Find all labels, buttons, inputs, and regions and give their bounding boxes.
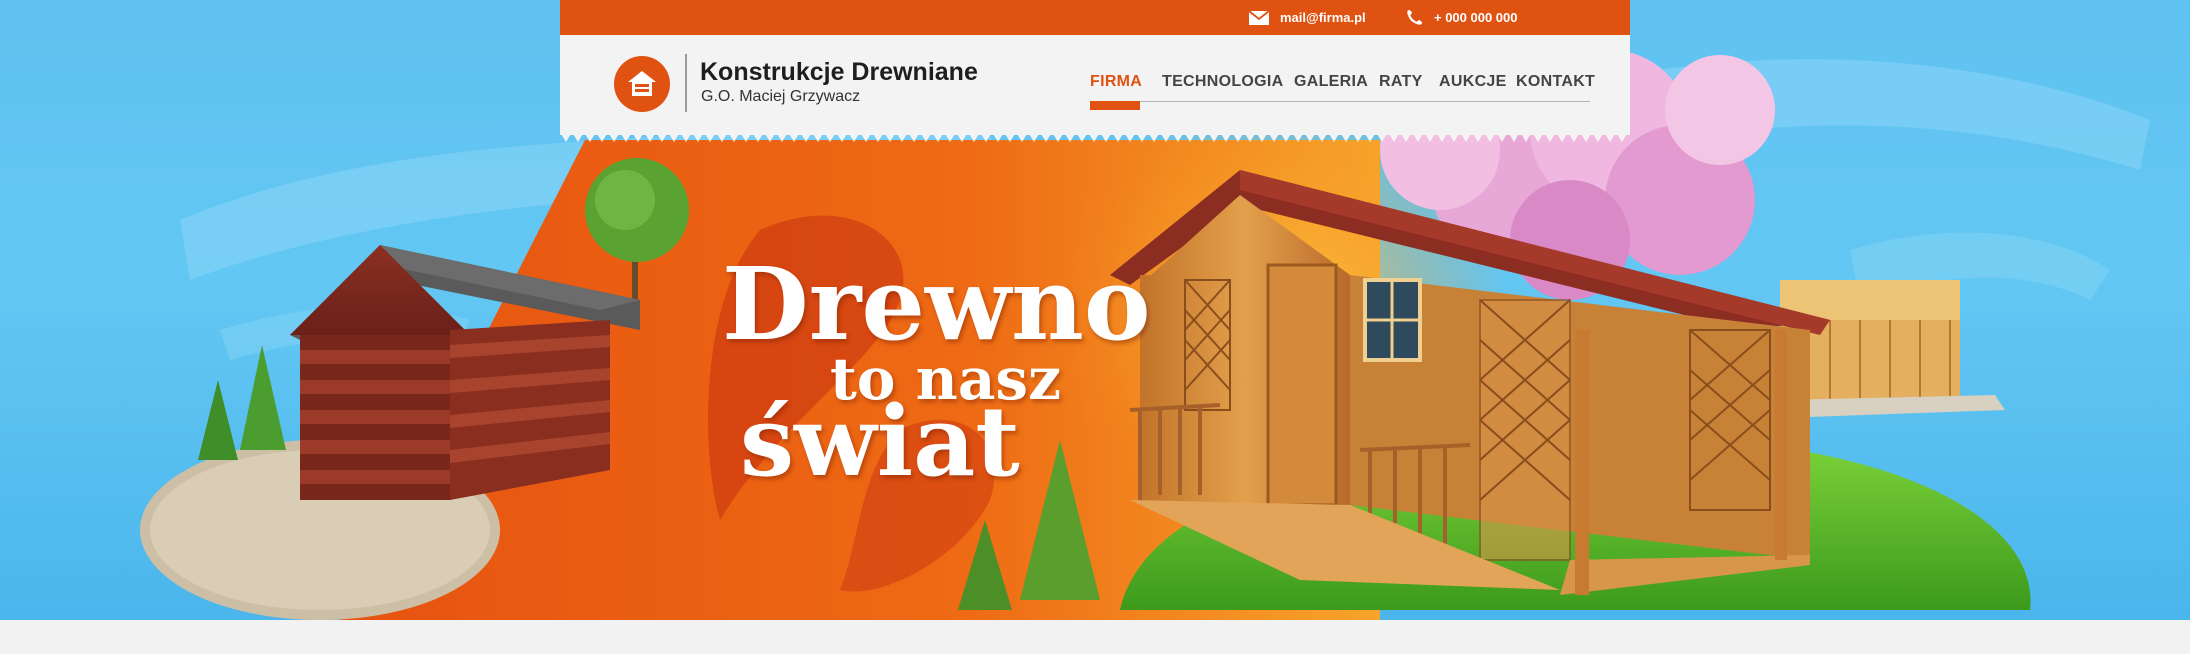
nav-item-raty[interactable]: RATY (1379, 73, 1423, 91)
nav-item-galeria[interactable]: GALERIA (1294, 73, 1368, 91)
nav-item-kontakt[interactable]: KONTAKT (1516, 73, 1595, 91)
contact-email[interactable]: mail@firma.pl (1248, 0, 1366, 35)
contact-email-text[interactable]: mail@firma.pl (1280, 10, 1366, 25)
contact-phone[interactable]: + 000 000 000 (1404, 0, 1518, 35)
logo-divider (685, 54, 687, 112)
brand-subtitle: G.O. Maciej Grzywacz (701, 88, 861, 105)
header-zigzag-edge (560, 132, 1630, 142)
footer-strip (0, 628, 2190, 654)
hero-headline-line3: świat (740, 385, 1020, 498)
nav-active-indicator (1090, 101, 1140, 110)
nav-item-technologia[interactable]: TECHNOLOGIA (1162, 73, 1284, 91)
envelope-icon (1248, 9, 1270, 25)
nav-item-aukcje[interactable]: AUKCJE (1439, 73, 1507, 91)
nav-item-firma[interactable]: FIRMA (1090, 73, 1142, 91)
brand-title[interactable]: Konstrukcje Drewniane (700, 58, 978, 87)
contact-phone-text[interactable]: + 000 000 000 (1434, 10, 1518, 25)
nav-underline (1090, 101, 1590, 102)
house-logo-icon[interactable] (614, 56, 670, 112)
phone-icon (1407, 9, 1423, 25)
